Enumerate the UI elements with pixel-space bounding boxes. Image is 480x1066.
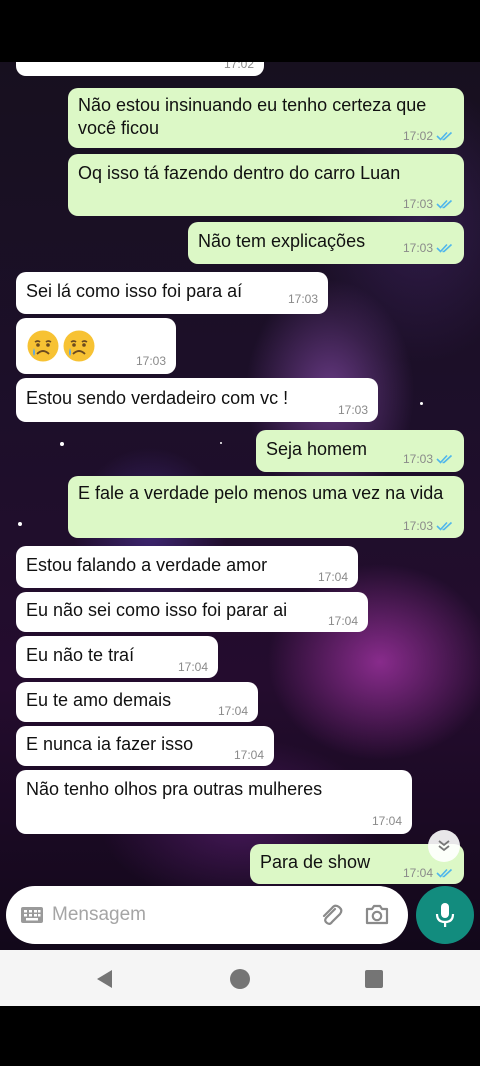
background-sparkle	[18, 522, 22, 526]
message-text: Não tenho olhos pra outras mulheres	[26, 779, 323, 799]
scroll-to-bottom-button[interactable]	[428, 830, 460, 862]
message-bubble-outgoing[interactable]: Oq isso tá fazendo dentro do carro Luan …	[68, 154, 464, 216]
message-bubble-incoming[interactable]: E nunca ia fazer isso 17:04	[16, 726, 274, 766]
message-bubble-incoming[interactable]: Eu não te traí 17:04	[16, 636, 218, 678]
message-time: 17:02	[223, 62, 254, 71]
message-bubble-incoming[interactable]: Sei lá como isso foi para aí 17:03	[16, 272, 328, 314]
message-time: 17:04	[233, 748, 264, 762]
message-time: 17:03	[337, 403, 368, 417]
voice-message-button[interactable]	[416, 886, 474, 944]
message-bubble-incoming[interactable]: Eu te amo demais 17:04	[16, 682, 258, 722]
background-sparkle	[420, 402, 423, 405]
message-time: 17:04	[177, 660, 208, 674]
read-ticks-icon	[436, 868, 453, 878]
keyboard-icon[interactable]	[20, 906, 44, 924]
message-time: 17:03	[403, 197, 454, 211]
message-text: Estou falando a verdade amor	[26, 555, 268, 575]
message-time: 17:03	[135, 354, 166, 368]
message-time: 17:04	[403, 866, 454, 880]
message-text: Não estou insinuando eu tenho certeza qu…	[78, 95, 427, 138]
message-text: Estou sendo verdadeiro com vc !	[26, 388, 289, 408]
message-time: 17:04	[371, 814, 402, 828]
message-text: Oq isso tá fazendo dentro do carro Luan	[78, 163, 401, 183]
read-ticks-icon	[436, 454, 453, 464]
message-bubble-incoming[interactable]: Eu não sei como isso foi parar ai 17:04	[16, 592, 368, 632]
message-time: 17:04	[217, 704, 248, 718]
message-time: 17:04	[317, 570, 348, 584]
message-bubble-incoming[interactable]: Não tenho olhos pra outras mulheres 17:0…	[16, 770, 412, 834]
message-time: 17:03	[287, 292, 318, 306]
message-bubble-outgoing[interactable]: Não tem explicações 17:03	[188, 222, 464, 264]
background-sparkle	[220, 442, 222, 444]
read-ticks-icon	[436, 521, 453, 531]
chat-area[interactable]: 17:02 Não estou insinuando eu tenho cert…	[0, 62, 480, 950]
message-bubble-outgoing[interactable]: Seja homem 17:03	[256, 430, 464, 472]
message-time: 17:02	[403, 129, 454, 143]
message-text: E fale a verdade pelo menos uma vez na v…	[78, 483, 444, 503]
recents-icon[interactable]	[364, 969, 384, 989]
sad-relieved-face-emoji-icon	[27, 330, 59, 362]
screen-bottom-edge	[0, 1006, 480, 1066]
double-chevron-down-icon	[438, 840, 450, 852]
mic-icon	[435, 903, 455, 927]
message-bubble-incoming[interactable]: 17:02	[16, 62, 264, 76]
message-bubble-outgoing[interactable]: E fale a verdade pelo menos uma vez na v…	[68, 476, 464, 538]
message-bubble-outgoing[interactable]: Não estou insinuando eu tenho certeza qu…	[68, 88, 464, 148]
read-ticks-icon	[436, 243, 453, 253]
attach-icon[interactable]	[318, 902, 344, 928]
message-time: 17:03	[403, 241, 454, 255]
message-time: 17:03	[403, 519, 454, 533]
camera-icon[interactable]	[364, 902, 390, 926]
message-text: Eu te amo demais	[26, 690, 172, 710]
message-input[interactable]: Mensagem	[52, 904, 146, 926]
message-text: Eu não sei como isso foi parar ai	[26, 600, 288, 620]
message-bubble-incoming[interactable]: Estou sendo verdadeiro com vc ! 17:03	[16, 378, 378, 422]
read-ticks-icon	[436, 199, 453, 209]
message-text: Sei lá como isso foi para aí	[26, 281, 243, 301]
system-navigation-bar	[0, 950, 480, 1006]
message-bubble-incoming[interactable]: 17:03	[16, 318, 176, 374]
back-icon[interactable]	[94, 968, 116, 990]
background-sparkle	[60, 442, 64, 446]
sad-relieved-face-emoji-icon	[63, 330, 95, 362]
message-composer: Mensagem	[6, 886, 408, 944]
message-time: 17:04	[327, 614, 358, 628]
message-text: E nunca ia fazer isso	[26, 734, 194, 754]
home-icon[interactable]	[229, 968, 251, 990]
read-ticks-icon	[436, 131, 453, 141]
message-time: 17:03	[403, 452, 454, 466]
message-bubble-incoming[interactable]: Estou falando a verdade amor 17:04	[16, 546, 358, 588]
